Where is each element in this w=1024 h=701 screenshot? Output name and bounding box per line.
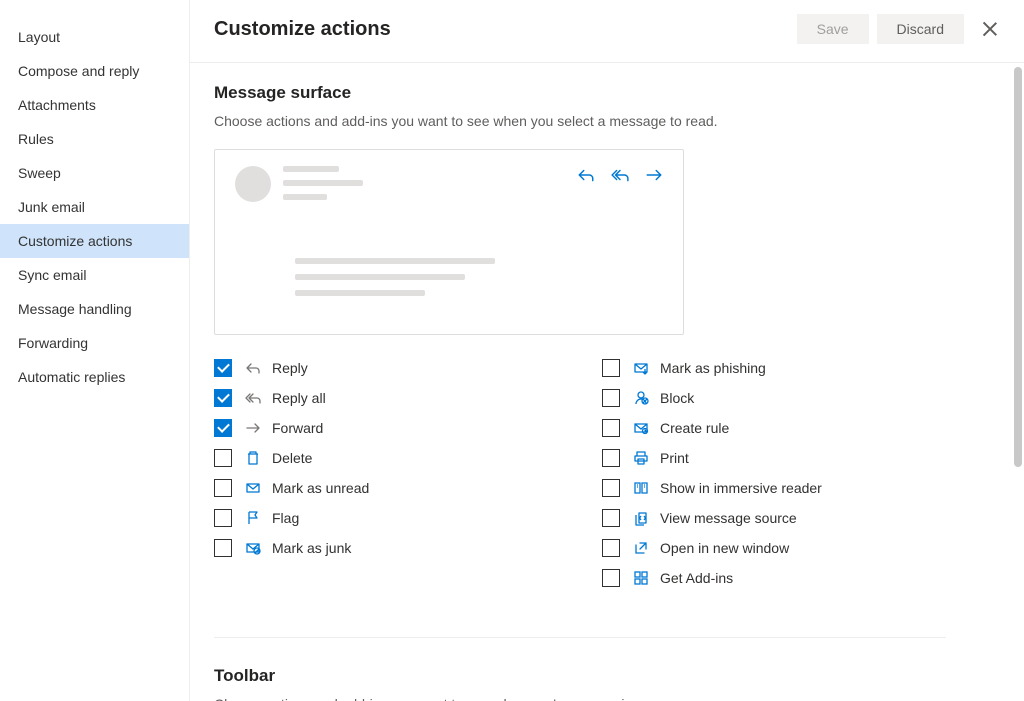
action-label: View message source (660, 510, 797, 526)
addins-icon (632, 569, 650, 587)
sidebar-item-attachments[interactable]: Attachments (0, 88, 189, 122)
action-reply[interactable]: Reply (214, 359, 558, 377)
sidebar-item-layout[interactable]: Layout (0, 20, 189, 54)
page-title: Customize actions (214, 18, 789, 41)
message-surface-title: Message surface (214, 83, 946, 103)
action-label: Open in new window (660, 540, 789, 556)
action-label: Delete (272, 450, 312, 466)
source-icon (632, 509, 650, 527)
action-label: Reply all (272, 390, 326, 406)
page-header: Customize actions Save Discard (190, 0, 1024, 63)
action-mark-as-junk[interactable]: Mark as junk (214, 539, 558, 557)
sidebar-item-forwarding[interactable]: Forwarding (0, 326, 189, 360)
block-icon (632, 389, 650, 407)
action-forward[interactable]: Forward (214, 419, 558, 437)
print-icon (632, 449, 650, 467)
toolbar-description: Choose actions and add-ins you want to s… (214, 696, 946, 701)
checkbox[interactable] (214, 389, 232, 407)
action-mark-as-unread[interactable]: Mark as unread (214, 479, 558, 497)
discard-button[interactable]: Discard (877, 14, 964, 44)
action-get-add-ins[interactable]: Get Add-ins (602, 569, 946, 587)
preview-avatar (235, 166, 271, 202)
checkbox[interactable] (214, 419, 232, 437)
action-label: Flag (272, 510, 299, 526)
toolbar-title: Toolbar (214, 666, 946, 686)
checkbox[interactable] (214, 479, 232, 497)
sidebar-item-message-handling[interactable]: Message handling (0, 292, 189, 326)
rule-icon (632, 419, 650, 437)
checkbox[interactable] (602, 359, 620, 377)
checkbox[interactable] (602, 569, 620, 587)
delete-icon (244, 449, 262, 467)
checkbox[interactable] (214, 539, 232, 557)
checkbox[interactable] (602, 419, 620, 437)
action-label: Mark as junk (272, 540, 351, 556)
message-surface-description: Choose actions and add-ins you want to s… (214, 113, 946, 129)
reply-icon (244, 359, 262, 377)
checkbox[interactable] (214, 449, 232, 467)
settings-sidebar: LayoutCompose and replyAttachmentsRulesS… (0, 0, 190, 701)
reader-icon (632, 479, 650, 497)
checkbox[interactable] (602, 509, 620, 527)
action-delete[interactable]: Delete (214, 449, 558, 467)
action-label: Print (660, 450, 689, 466)
checkbox[interactable] (214, 509, 232, 527)
message-preview (214, 149, 684, 335)
action-label: Reply (272, 360, 308, 376)
reply-all-icon (611, 166, 629, 187)
checkbox[interactable] (214, 359, 232, 377)
action-label: Get Add-ins (660, 570, 733, 586)
action-label: Block (660, 390, 694, 406)
sidebar-item-automatic-replies[interactable]: Automatic replies (0, 360, 189, 394)
scrollbar[interactable] (1014, 67, 1022, 467)
sidebar-item-sweep[interactable]: Sweep (0, 156, 189, 190)
action-open-in-new-window[interactable]: Open in new window (602, 539, 946, 557)
sidebar-item-compose-and-reply[interactable]: Compose and reply (0, 54, 189, 88)
checkbox[interactable] (602, 539, 620, 557)
action-view-message-source[interactable]: View message source (602, 509, 946, 527)
action-mark-as-phishing[interactable]: Mark as phishing (602, 359, 946, 377)
junk-icon (244, 539, 262, 557)
action-label: Show in immersive reader (660, 480, 822, 496)
action-reply-all[interactable]: Reply all (214, 389, 558, 407)
checkbox[interactable] (602, 389, 620, 407)
close-icon[interactable] (980, 19, 1000, 39)
action-print[interactable]: Print (602, 449, 946, 467)
checkbox[interactable] (602, 479, 620, 497)
action-show-in-immersive-reader[interactable]: Show in immersive reader (602, 479, 946, 497)
action-label: Forward (272, 420, 323, 436)
sidebar-item-junk-email[interactable]: Junk email (0, 190, 189, 224)
sidebar-item-customize-actions[interactable]: Customize actions (0, 224, 189, 258)
sidebar-item-sync-email[interactable]: Sync email (0, 258, 189, 292)
phishing-icon (632, 359, 650, 377)
action-flag[interactable]: Flag (214, 509, 558, 527)
open-icon (632, 539, 650, 557)
action-block[interactable]: Block (602, 389, 946, 407)
mail-icon (244, 479, 262, 497)
save-button[interactable]: Save (797, 14, 869, 44)
action-label: Mark as unread (272, 480, 369, 496)
reply-icon (577, 166, 595, 187)
forward-icon (645, 166, 663, 187)
sidebar-item-rules[interactable]: Rules (0, 122, 189, 156)
checkbox[interactable] (602, 449, 620, 467)
reply-all-icon (244, 389, 262, 407)
action-label: Mark as phishing (660, 360, 766, 376)
forward-icon (244, 419, 262, 437)
flag-icon (244, 509, 262, 527)
action-create-rule[interactable]: Create rule (602, 419, 946, 437)
action-label: Create rule (660, 420, 729, 436)
